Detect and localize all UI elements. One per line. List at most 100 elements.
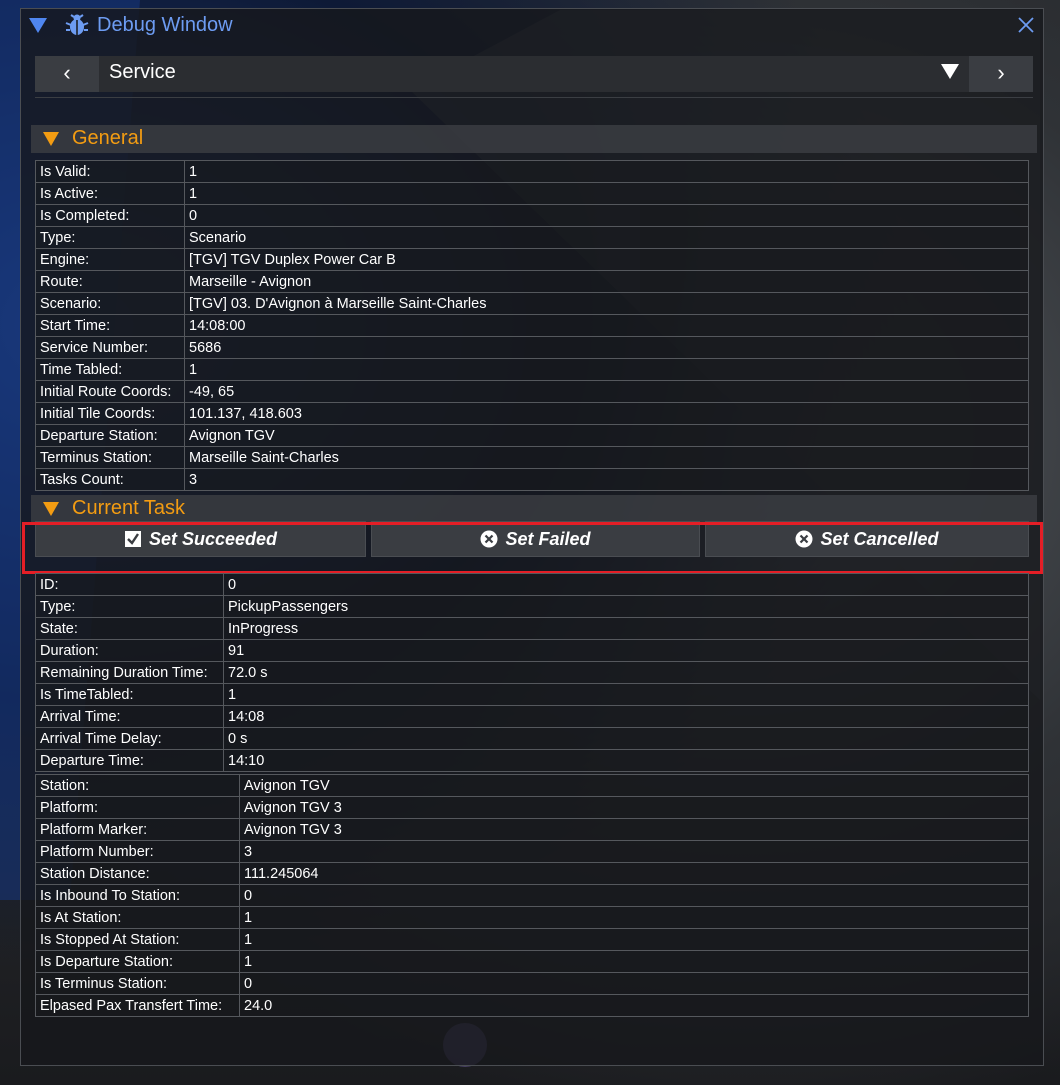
row-value: 24.0 (239, 994, 1029, 1017)
set-failed-button[interactable]: Set Failed (371, 521, 700, 557)
table-row: Start Time: 14:08:00 (35, 314, 1029, 337)
row-value: 1 (184, 182, 1029, 205)
table-row: Route: Marseille - Avignon (35, 270, 1029, 293)
set-cancelled-button[interactable]: Set Cancelled (705, 521, 1029, 557)
table-row: Station Distance: 111.245064 (35, 862, 1029, 885)
row-key: ID: (35, 573, 224, 596)
table-row: Elpased Pax Transfert Time: 24.0 (35, 994, 1029, 1017)
table-row: Is Stopped At Station: 1 (35, 928, 1029, 951)
divider (35, 97, 1033, 98)
table-row: Is Departure Station: 1 (35, 950, 1029, 973)
row-value: 91 (223, 639, 1029, 662)
row-value: 1 (184, 160, 1029, 183)
row-key: Is Valid: (35, 160, 185, 183)
table-row: Platform: Avignon TGV 3 (35, 796, 1029, 819)
row-key: Arrival Time Delay: (35, 727, 224, 750)
button-label: Set Succeeded (148, 529, 278, 549)
table-row: Platform Number: 3 (35, 840, 1029, 863)
table-row: Is TimeTabled: 1 (35, 683, 1029, 706)
section-title: Current Task (72, 497, 186, 519)
row-key: Start Time: (35, 314, 185, 337)
row-key: Arrival Time: (35, 705, 224, 728)
row-value: 0 s (223, 727, 1029, 750)
row-value: Avignon TGV (239, 774, 1029, 797)
table-row: Duration: 91 (35, 639, 1029, 662)
checkbox-checked-icon (124, 531, 141, 547)
row-value: 14:10 (223, 749, 1029, 772)
row-key: Is Completed: (35, 204, 185, 227)
section-general-header[interactable]: General (31, 125, 1037, 153)
row-value: [TGV] 03. D'Avignon à Marseille Saint-Ch… (184, 292, 1029, 315)
button-label: Set Cancelled (820, 529, 939, 549)
table-row: Is Inbound To Station: 0 (35, 884, 1029, 907)
close-icon[interactable] (1017, 16, 1035, 34)
table-row: Time Tabled: 1 (35, 358, 1029, 381)
row-value: [TGV] TGV Duplex Power Car B (184, 248, 1029, 271)
row-key: Station: (35, 774, 240, 797)
debug-window: Debug Window ‹ Service › General Is Vali… (20, 8, 1044, 1066)
row-key: Remaining Duration Time: (35, 661, 224, 684)
section-current-task-header[interactable]: Current Task (31, 495, 1037, 523)
table-row: Tasks Count: 3 (35, 468, 1029, 491)
table-row: Departure Station: Avignon TGV (35, 424, 1029, 447)
row-value: 72.0 s (223, 661, 1029, 684)
task-action-buttons: Set Succeeded Set Failed Set Cancelled (35, 521, 1031, 557)
table-row: ID: 0 (35, 573, 1029, 596)
row-key: Is Inbound To Station: (35, 884, 240, 907)
task-table: ID: 0 Type: PickupPassengers State: InProgres… (35, 573, 1029, 772)
row-value: PickupPassengers (223, 595, 1029, 618)
row-value: Avignon TGV 3 (239, 796, 1029, 819)
row-key: Duration: (35, 639, 224, 662)
row-key: Station Distance: (35, 862, 240, 885)
row-key: Elpased Pax Transfert Time: (35, 994, 240, 1017)
row-key: Time Tabled: (35, 358, 185, 381)
row-value: 111.245064 (239, 862, 1029, 885)
row-key: Platform Number: (35, 840, 240, 863)
row-value: 1 (239, 906, 1029, 929)
row-key: Departure Time: (35, 749, 224, 772)
table-row: Departure Time: 14:10 (35, 749, 1029, 772)
collapse-section-icon (43, 502, 59, 516)
bug-icon (65, 14, 89, 35)
row-value: 3 (184, 468, 1029, 491)
previous-button[interactable]: ‹ (35, 56, 99, 92)
table-row: Service Number: 5686 (35, 336, 1029, 359)
window-title: Debug Window (97, 14, 233, 36)
row-value: Scenario (184, 226, 1029, 249)
row-value: 0 (239, 972, 1029, 995)
collapse-window-icon[interactable] (29, 18, 47, 33)
table-row: Station: Avignon TGV (35, 774, 1029, 797)
row-key: Initial Route Coords: (35, 380, 185, 403)
row-key: Type: (35, 226, 185, 249)
collapse-section-icon (43, 132, 59, 146)
row-key: Type: (35, 595, 224, 618)
table-row: Is Valid: 1 (35, 160, 1029, 183)
row-key: Platform: (35, 796, 240, 819)
circle-x-icon (480, 530, 498, 548)
set-succeeded-button[interactable]: Set Succeeded (35, 521, 366, 557)
row-value: 0 (239, 884, 1029, 907)
row-key: Is Terminus Station: (35, 972, 240, 995)
table-row: Is At Station: 1 (35, 906, 1029, 929)
table-row: Arrival Time Delay: 0 s (35, 727, 1029, 750)
service-navbar: ‹ Service › (35, 56, 1033, 92)
table-row: Is Terminus Station: 0 (35, 972, 1029, 995)
nav-title: Service (109, 61, 176, 83)
chevron-down-icon[interactable] (941, 64, 959, 79)
table-row: State: InProgress (35, 617, 1029, 640)
row-value: Avignon TGV (184, 424, 1029, 447)
next-button[interactable]: › (969, 56, 1033, 92)
row-value: 1 (239, 928, 1029, 951)
row-value: 0 (184, 204, 1029, 227)
row-key: Initial Tile Coords: (35, 402, 185, 425)
row-key: Engine: (35, 248, 185, 271)
row-value: 1 (239, 950, 1029, 973)
table-row: Remaining Duration Time: 72.0 s (35, 661, 1029, 684)
row-key: Is At Station: (35, 906, 240, 929)
row-key: Departure Station: (35, 424, 185, 447)
table-row: Platform Marker: Avignon TGV 3 (35, 818, 1029, 841)
row-key: Is TimeTabled: (35, 683, 224, 706)
row-key: Service Number: (35, 336, 185, 359)
row-value: 0 (223, 573, 1029, 596)
row-value: 5686 (184, 336, 1029, 359)
